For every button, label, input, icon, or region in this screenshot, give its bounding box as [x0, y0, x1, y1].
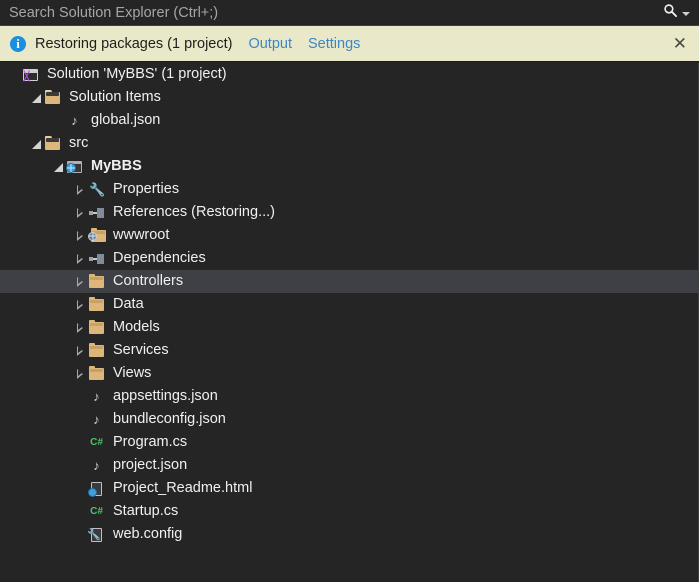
tree-node-label: bundleconfig.json: [113, 411, 226, 427]
expander-placeholder: [50, 109, 66, 132]
tree-node-label: Controllers: [113, 273, 184, 289]
vs-solution-icon: ╳: [22, 67, 40, 83]
tree-node-label: Solution Items: [69, 89, 161, 105]
expander-collapsed-icon[interactable]: [72, 224, 88, 247]
web-project-icon: [66, 159, 84, 175]
search-icon[interactable]: [663, 3, 678, 23]
expander-collapsed-icon[interactable]: [72, 293, 88, 316]
expander-collapsed-icon[interactable]: [72, 247, 88, 270]
tree-node[interactable]: ♪ appsettings.json: [0, 385, 698, 408]
tree-node-label: MyBBS: [91, 158, 142, 174]
tree-node-label: Services: [113, 342, 169, 358]
folder-icon: [88, 342, 106, 359]
search-input[interactable]: [0, 0, 663, 25]
tree-node[interactable]: 🔧 Properties: [0, 178, 698, 201]
solution-explorer-window: i Restoring packages (1 project) Output …: [0, 0, 699, 582]
expander-placeholder: [72, 500, 88, 523]
tree-node[interactable]: Models: [0, 316, 698, 339]
expander-collapsed-icon[interactable]: [72, 201, 88, 224]
tree-node-label: Models: [113, 319, 160, 335]
tree-node[interactable]: Views: [0, 362, 698, 385]
expander-placeholder: [72, 477, 88, 500]
tree-node[interactable]: Data: [0, 293, 698, 316]
tree-node[interactable]: wwwroot: [0, 224, 698, 247]
expander-collapsed-icon[interactable]: [72, 362, 88, 385]
tree-node[interactable]: Project_Readme.html: [0, 477, 698, 500]
tree-node-label: Startup.cs: [113, 503, 179, 519]
expander-placeholder: [72, 431, 88, 454]
tree-node[interactable]: ♪ global.json: [0, 109, 698, 132]
notification-bar: i Restoring packages (1 project) Output …: [0, 26, 699, 62]
folder-icon: [88, 365, 106, 382]
tree-node[interactable]: Controllers: [0, 270, 698, 293]
expander-placeholder: [72, 408, 88, 431]
json-file-icon: ♪: [93, 388, 100, 404]
expander-placeholder: [72, 385, 88, 408]
tree-node[interactable]: Services: [0, 339, 698, 362]
tree-node[interactable]: Solution Items: [0, 86, 698, 109]
tree-node[interactable]: References (Restoring...): [0, 201, 698, 224]
expander-expanded-icon[interactable]: [50, 155, 66, 178]
expander-expanded-icon[interactable]: [28, 132, 44, 155]
search-bar: [0, 0, 699, 26]
close-icon[interactable]: ✕: [671, 35, 689, 52]
wrench-icon: 🔧: [89, 181, 106, 197]
config-file-icon: 🔧: [87, 527, 102, 542]
tree-node[interactable]: MyBBS: [0, 155, 698, 178]
tree-node[interactable]: src: [0, 132, 698, 155]
tree-node-label: global.json: [91, 112, 161, 128]
tree-node-label: web.config: [113, 526, 183, 542]
csharp-file-icon: C#: [90, 436, 103, 448]
tree-node-label: wwwroot: [113, 227, 170, 243]
folder-icon: [88, 319, 106, 336]
expander-placeholder: [72, 454, 88, 477]
output-link[interactable]: Output: [248, 36, 292, 52]
expander-collapsed-icon[interactable]: [72, 339, 88, 362]
solution-tree[interactable]: ╳ Solution 'MyBBS' (1 project) Solution It…: [0, 63, 699, 582]
chevron-down-icon[interactable]: [682, 12, 690, 16]
tree-node-label: Views: [113, 365, 152, 381]
tree-node[interactable]: C# Program.cs: [0, 431, 698, 454]
tree-node-label: appsettings.json: [113, 388, 218, 404]
json-file-icon: ♪: [93, 411, 100, 427]
search-controls: [663, 3, 699, 23]
tree-node-label: Program.cs: [113, 434, 188, 450]
expander-collapsed-icon[interactable]: [72, 270, 88, 293]
csharp-file-icon: C#: [90, 505, 103, 517]
settings-link[interactable]: Settings: [308, 36, 360, 52]
tree-node-label: Solution 'MyBBS' (1 project): [47, 66, 227, 82]
folder-icon: [88, 273, 106, 290]
tree-node[interactable]: ♪ project.json: [0, 454, 698, 477]
tree-node-label: Data: [113, 296, 144, 312]
tree-node-label: Dependencies: [113, 250, 206, 266]
references-icon: [88, 251, 106, 267]
tree-node[interactable]: Dependencies: [0, 247, 698, 270]
expander-expanded-icon[interactable]: [28, 86, 44, 109]
html-file-icon: [88, 481, 106, 497]
references-icon: [88, 205, 106, 221]
tree-node[interactable]: C# Startup.cs: [0, 500, 698, 523]
wwwroot-icon: [88, 227, 106, 244]
tree-node-label: project.json: [113, 457, 188, 473]
tree-node[interactable]: ╳ Solution 'MyBBS' (1 project): [0, 63, 698, 86]
folder-open-icon: [44, 135, 62, 152]
tree-node-label: Project_Readme.html: [113, 480, 253, 496]
tree-node[interactable]: ♪ bundleconfig.json: [0, 408, 698, 431]
json-file-icon: ♪: [71, 112, 78, 128]
tree-node-label: References (Restoring...): [113, 204, 275, 220]
info-circle-icon: i: [10, 35, 26, 52]
json-file-icon: ♪: [93, 457, 100, 473]
tree-node[interactable]: 🔧 web.config: [0, 523, 698, 546]
expander-placeholder: [6, 63, 22, 86]
expander-collapsed-icon[interactable]: [72, 316, 88, 339]
folder-icon: [88, 296, 106, 313]
expander-collapsed-icon[interactable]: [72, 178, 88, 201]
notification-message: Restoring packages (1 project): [35, 35, 233, 52]
tree-node-label: src: [69, 135, 89, 151]
tree-node-label: Properties: [113, 181, 180, 197]
expander-placeholder: [72, 523, 88, 546]
folder-open-icon: [44, 89, 62, 106]
